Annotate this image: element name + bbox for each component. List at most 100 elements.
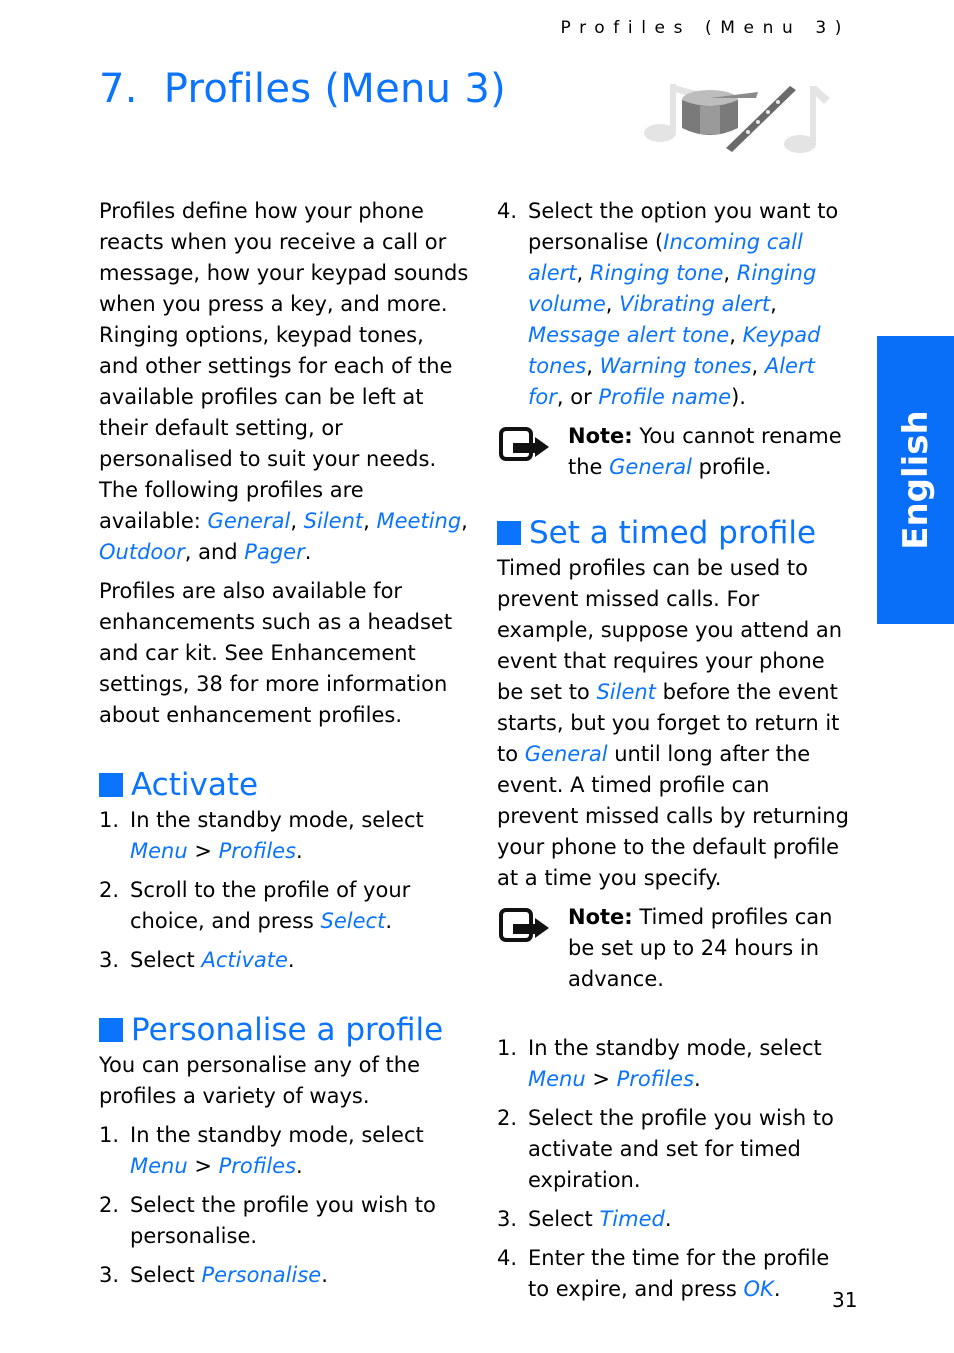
- personalise-steps: 1. In the standby mode, select Menu > Pro…: [99, 1120, 469, 1291]
- option-term: Profile name: [598, 385, 732, 409]
- page-number: 31: [832, 1288, 858, 1312]
- separator: , or: [556, 385, 599, 409]
- step-item: 2. Scroll to the profile of your choice, …: [99, 875, 469, 937]
- drum-and-flute-music-icon: [644, 84, 830, 153]
- profile-term: Silent: [596, 680, 656, 704]
- step-number: 3.: [99, 948, 120, 972]
- note-rename: Note: You cannot rename the General prof…: [497, 421, 857, 483]
- step-item: 3. Select Activate.: [99, 945, 469, 976]
- chapter-number: 7.: [99, 66, 138, 112]
- step-text: >: [187, 839, 219, 863]
- profile-link-meeting: Meeting: [376, 509, 462, 533]
- step-item: 2. Select the profile you wish to persona…: [99, 1190, 469, 1252]
- step-item: 4. Select the option you want to personal…: [497, 196, 857, 413]
- step-text: Select the profile you wish to activate …: [528, 1106, 834, 1192]
- option-term: Message alert tone: [528, 323, 730, 347]
- menu-term: Menu: [130, 1154, 188, 1178]
- separator: ,: [290, 509, 304, 533]
- step-item: 4. Enter the time for the profile to expi…: [497, 1243, 857, 1305]
- separator: ,: [586, 354, 600, 378]
- step-text: .: [385, 909, 393, 933]
- separator: ,: [363, 509, 377, 533]
- step-text: Select: [528, 1207, 600, 1231]
- step-text: In the standby mode, select: [130, 808, 424, 832]
- step-text: Enter the time for the profile to expire…: [528, 1246, 830, 1301]
- heading-text: Set a timed profile: [529, 515, 817, 551]
- section-heading-timed: Set a timed profile: [497, 513, 857, 553]
- timed-steps: 1. In the standby mode, select Menu > Pro…: [497, 1033, 857, 1305]
- step-number: 2.: [99, 1193, 120, 1217]
- menu-term: Select: [320, 909, 386, 933]
- language-tab: English: [877, 336, 954, 624]
- step-item: 3. Select Timed.: [497, 1204, 857, 1235]
- menu-term: OK: [743, 1277, 774, 1301]
- heading-square-icon: [99, 773, 123, 797]
- timed-intro: Timed profiles can be used to prevent mi…: [497, 553, 857, 894]
- step-item: 3. Select Personalise.: [99, 1260, 469, 1291]
- note-label: Note:: [568, 424, 633, 448]
- option-term: Ringing tone: [589, 261, 724, 285]
- note-timed: Note: Timed profiles can be set up to 24…: [497, 902, 857, 995]
- heading-text: Personalise a profile: [131, 1012, 444, 1048]
- note-label: Note:: [568, 905, 633, 929]
- menu-term: Timed: [599, 1207, 665, 1231]
- heading-text: Activate: [131, 767, 259, 803]
- profile-link-pager: Pager: [244, 540, 305, 564]
- separator: ,: [770, 292, 777, 316]
- step-text: .: [287, 948, 295, 972]
- right-column: 4. Select the option you want to personal…: [497, 196, 857, 1313]
- step-text: In the standby mode, select: [130, 1123, 424, 1147]
- option-term: Warning tones: [599, 354, 752, 378]
- step-number: 2.: [497, 1106, 518, 1130]
- section-heading-activate: Activate: [99, 765, 469, 805]
- chapter-title-text: Profiles (Menu 3): [163, 66, 506, 112]
- step-number: 2.: [99, 878, 120, 902]
- step-text: .: [694, 1067, 701, 1091]
- profile-term: General: [524, 742, 608, 766]
- chapter-title: 7. Profiles (Menu 3): [99, 66, 506, 112]
- note-icon: [499, 427, 549, 461]
- activate-steps: 1. In the standby mode, select Menu > Pro…: [99, 805, 469, 976]
- menu-term: Activate: [201, 948, 288, 972]
- profile-term: General: [609, 455, 692, 479]
- personalise-intro: You can personalise any of the profiles …: [99, 1053, 420, 1108]
- separator: ,: [576, 261, 590, 285]
- step-number: 1.: [99, 1123, 120, 1147]
- section-heading-personalise: Personalise a profile: [99, 1010, 469, 1050]
- menu-term: Menu: [130, 839, 188, 863]
- step-text: In the standby mode, select: [528, 1036, 822, 1060]
- step-text: ).: [731, 385, 746, 409]
- step-item: 1. In the standby mode, select Menu > Pro…: [99, 805, 469, 867]
- option-term: Vibrating alert: [619, 292, 771, 316]
- step-text: Select: [130, 948, 202, 972]
- intro-text: Profiles define how your phone reacts wh…: [99, 199, 469, 533]
- running-head: Profiles (Menu 3): [560, 18, 850, 38]
- step-number: 1.: [497, 1036, 518, 1060]
- menu-term: Profiles: [218, 1154, 297, 1178]
- step-number: 3.: [497, 1207, 518, 1231]
- left-column: Profiles define how your phone reacts wh…: [99, 196, 469, 1299]
- step-text: .: [664, 1207, 672, 1231]
- step-number: 4.: [497, 1246, 518, 1270]
- step-text: .: [296, 1154, 303, 1178]
- step-number: 4.: [497, 199, 518, 223]
- separator: ,: [723, 261, 737, 285]
- intro-paragraph: Profiles define how your phone reacts wh…: [99, 196, 469, 568]
- separator: ,: [751, 354, 765, 378]
- step-text: .: [321, 1263, 328, 1287]
- separator: ,: [461, 509, 468, 533]
- step-text: >: [585, 1067, 617, 1091]
- enhancement-paragraph: Profiles are also available for enhancem…: [99, 579, 453, 727]
- step-text: .: [773, 1277, 781, 1301]
- language-tab-label: English: [895, 410, 936, 550]
- separator: .: [304, 540, 312, 564]
- step-number: 3.: [99, 1263, 120, 1287]
- step-text: Select the profile you wish to personali…: [130, 1193, 436, 1248]
- profile-link-general: General: [207, 509, 291, 533]
- separator: , and: [184, 540, 245, 564]
- personalise-steps-continued: 4. Select the option you want to personal…: [497, 196, 857, 413]
- menu-term: Profiles: [616, 1067, 695, 1091]
- step-text: Select: [130, 1263, 202, 1287]
- heading-square-icon: [497, 521, 521, 545]
- step-item: 2. Select the profile you wish to activat…: [497, 1103, 857, 1196]
